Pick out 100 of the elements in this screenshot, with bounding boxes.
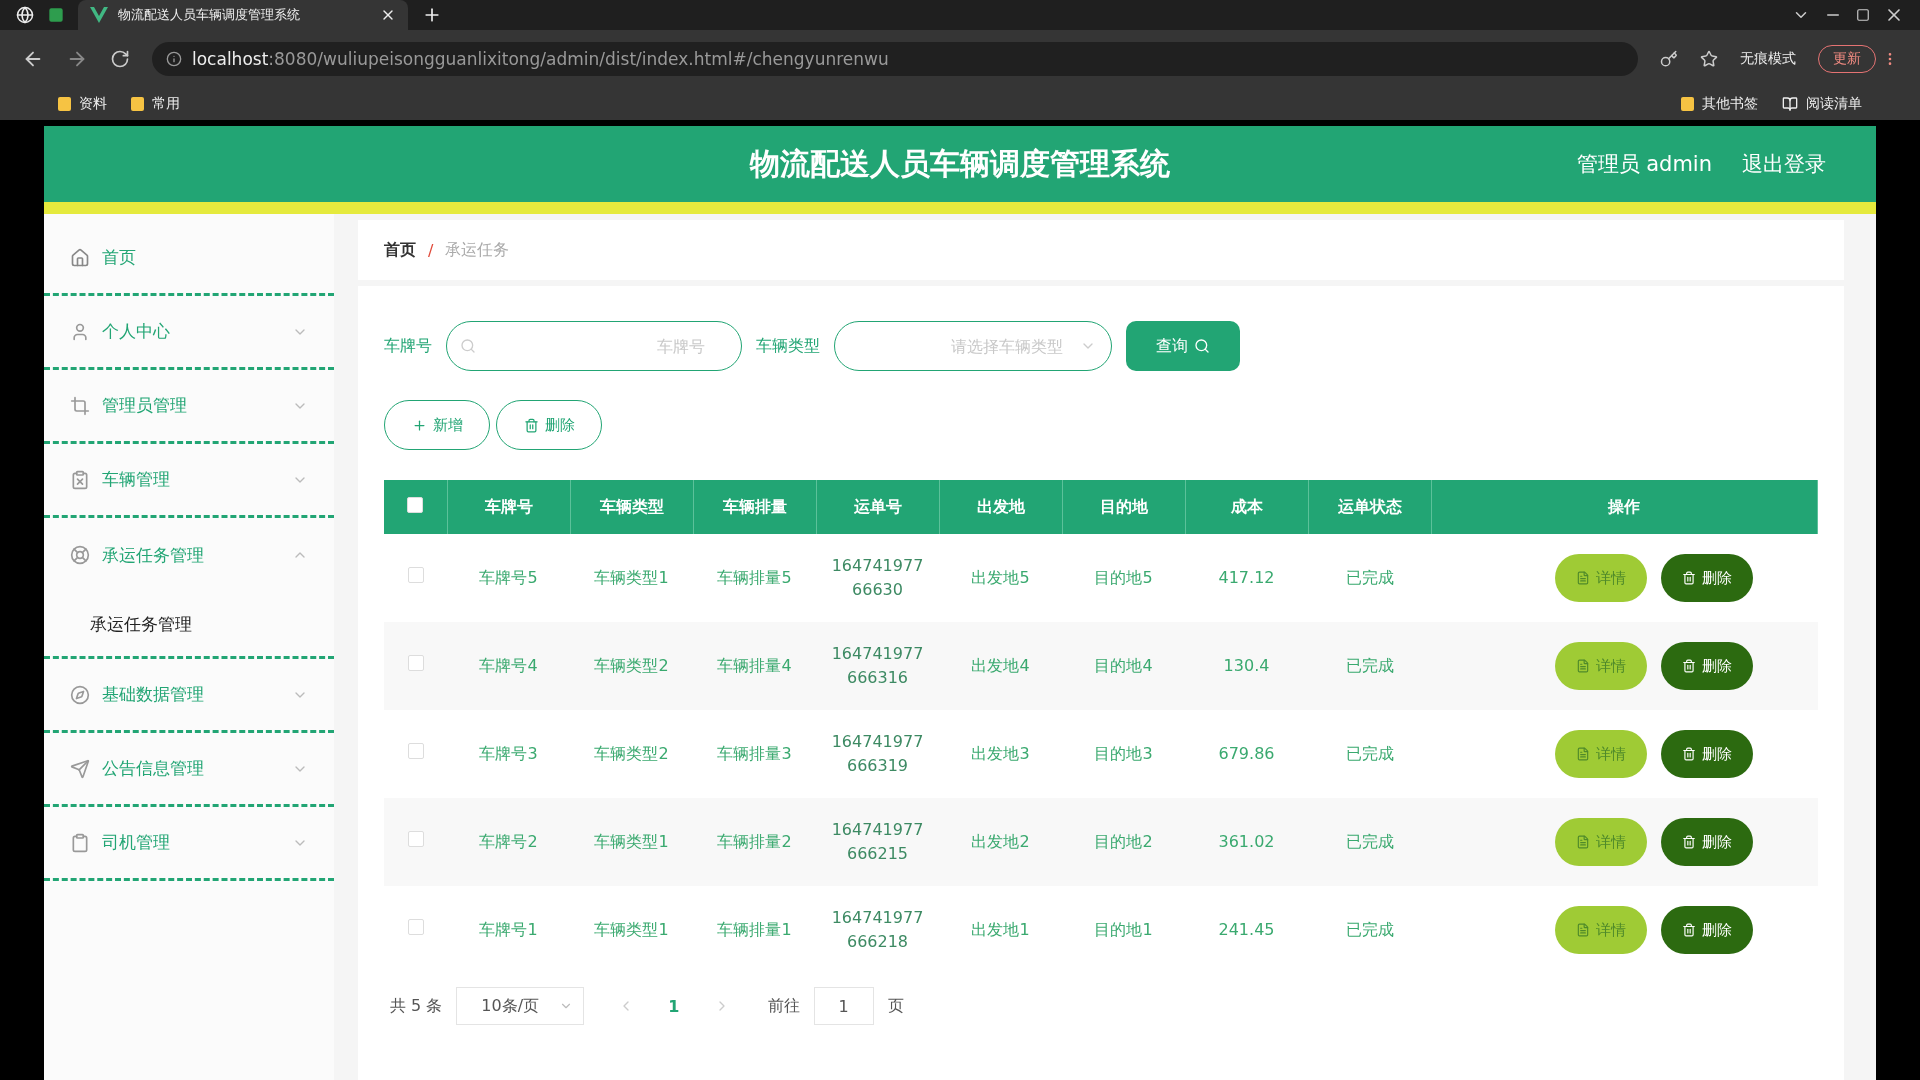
checkbox[interactable] bbox=[407, 567, 424, 583]
plus-icon bbox=[411, 417, 427, 433]
reading-list[interactable]: 阅读清单 bbox=[1806, 95, 1862, 113]
sidebar-item[interactable]: 管理员管理 bbox=[44, 370, 334, 444]
breadcrumb-link[interactable]: 首页 bbox=[384, 239, 416, 261]
paper-plane-icon bbox=[70, 758, 90, 779]
delete-button[interactable]: 删除 bbox=[1661, 906, 1754, 954]
detail-button[interactable]: 详情 bbox=[1555, 906, 1648, 954]
column-header: 出发地 bbox=[939, 480, 1062, 534]
search-button[interactable]: 查询 bbox=[1126, 321, 1240, 371]
detail-button[interactable]: 详情 bbox=[1555, 642, 1648, 690]
sidebar-item[interactable]: 承运任务管理 bbox=[44, 518, 334, 592]
table-cell-text: 车辆类型2 bbox=[594, 655, 669, 677]
table-cell-text: 164741977666218 bbox=[830, 907, 925, 953]
detail-button[interactable]: 详情 bbox=[1555, 730, 1648, 778]
table-cell-text: 已完成 bbox=[1345, 743, 1394, 765]
restore-icon[interactable] bbox=[1856, 8, 1870, 22]
table-cell-text: 241.45 bbox=[1218, 919, 1275, 941]
bookmark[interactable]: 其他书签 bbox=[1702, 95, 1758, 113]
checkbox[interactable] bbox=[407, 497, 424, 513]
column-header: 车辆类型 bbox=[570, 480, 693, 534]
sidebar-item[interactable]: 个人中心 bbox=[44, 296, 334, 370]
user-icon bbox=[70, 321, 90, 342]
clipboard-icon bbox=[70, 832, 90, 853]
v-logo-icon bbox=[90, 7, 108, 23]
globe-icon bbox=[16, 6, 34, 24]
delete-button[interactable]: 删除 bbox=[1661, 818, 1754, 866]
add-button[interactable]: 新增 bbox=[384, 400, 490, 450]
clipboard-x-icon bbox=[70, 469, 90, 490]
total-count: 共 5 条 bbox=[390, 995, 443, 1017]
page-number[interactable]: 1 bbox=[648, 996, 700, 1016]
folder-icon bbox=[1681, 97, 1694, 111]
star-icon[interactable] bbox=[1700, 50, 1718, 68]
document-icon bbox=[1576, 835, 1591, 849]
table-cell-text: 已完成 bbox=[1345, 567, 1394, 589]
column-header: 运单号 bbox=[816, 480, 939, 534]
table-cell-text: 出发地1 bbox=[971, 919, 1030, 941]
table-cell-text: 车牌号3 bbox=[479, 743, 538, 765]
table-cell-text: 车辆排量4 bbox=[717, 655, 792, 677]
breadcrumb-separator: / bbox=[428, 240, 434, 260]
url-text: localhost:8080/wuliupeisongguanlixitong/admin/dist/index.html#/chengyunrenwu bbox=[192, 49, 889, 69]
delete-button[interactable]: 删除 bbox=[1661, 554, 1754, 602]
reload-icon[interactable] bbox=[110, 49, 130, 69]
table-cell-text: 车辆类型2 bbox=[594, 743, 669, 765]
sidebar-item[interactable]: 基础数据管理 bbox=[44, 659, 334, 733]
logout-link[interactable]: 退出登录 bbox=[1742, 150, 1826, 178]
delete-button[interactable]: 删除 bbox=[496, 400, 602, 450]
sidebar-item[interactable]: 司机管理 bbox=[44, 807, 334, 881]
detail-button[interactable]: 详情 bbox=[1555, 554, 1648, 602]
checkbox[interactable] bbox=[407, 743, 424, 759]
lifebuoy-icon bbox=[70, 545, 90, 565]
delete-button[interactable]: 删除 bbox=[1661, 730, 1754, 778]
browser-tab[interactable]: 物流配送人员车辆调度管理系统 bbox=[78, 0, 408, 30]
table-cell-text: 679.86 bbox=[1218, 743, 1275, 765]
field-label: 车牌号 bbox=[384, 335, 432, 357]
trash-icon bbox=[523, 417, 539, 433]
trash-icon bbox=[1682, 747, 1697, 761]
trash-icon bbox=[1682, 923, 1697, 937]
sidebar-item[interactable]: 首页 bbox=[44, 222, 334, 296]
goto-label: 前往 bbox=[767, 995, 800, 1017]
document-icon bbox=[1576, 923, 1591, 937]
incognito-label[interactable]: 无痕模式 bbox=[1740, 50, 1796, 68]
table-cell-text: 车辆排量5 bbox=[717, 567, 792, 589]
field-label: 车辆类型 bbox=[756, 335, 820, 357]
trash-icon bbox=[1682, 659, 1697, 673]
checkbox[interactable] bbox=[407, 831, 424, 847]
column-header: 车牌号 bbox=[447, 480, 570, 534]
table-cell-text: 出发地5 bbox=[971, 567, 1030, 589]
page-input[interactable]: 1 bbox=[813, 987, 874, 1025]
info-icon bbox=[166, 51, 182, 67]
crop-icon bbox=[70, 395, 90, 416]
table-cell-text: 130.4 bbox=[1223, 655, 1270, 677]
sidebar-item[interactable]: 车辆管理 bbox=[44, 444, 334, 518]
table-cell-text: 车牌号2 bbox=[479, 831, 538, 853]
sidebar-subitem[interactable]: 承运任务管理 bbox=[44, 592, 334, 656]
page-size-select[interactable]: 10条/页 bbox=[456, 987, 585, 1025]
bookmark[interactable]: 常用 bbox=[152, 95, 180, 113]
table-cell-text: 车牌号5 bbox=[479, 567, 538, 589]
table-cell-text: 车辆排量3 bbox=[717, 743, 792, 765]
trash-icon bbox=[1682, 571, 1697, 585]
table-cell-text: 已完成 bbox=[1345, 655, 1394, 677]
detail-button[interactable]: 详情 bbox=[1555, 818, 1648, 866]
document-icon bbox=[1576, 747, 1591, 761]
column-header: 成本 bbox=[1185, 480, 1308, 534]
address-field[interactable]: localhost:8080/wuliupeisongguanlixitong/admin/dist/index.html#/chengyunrenwu bbox=[152, 42, 1638, 76]
tab-title: 物流配送人员车辆调度管理系统 bbox=[118, 6, 301, 24]
checkbox[interactable] bbox=[407, 919, 424, 935]
table-cell-text: 目的地5 bbox=[1094, 567, 1153, 589]
table-cell-text: 车辆排量2 bbox=[717, 831, 792, 853]
checkbox[interactable] bbox=[407, 655, 424, 671]
trash-icon bbox=[1682, 835, 1697, 849]
sidebar-item[interactable]: 公告信息管理 bbox=[44, 733, 334, 807]
table-cell-text: 164741977666316 bbox=[830, 643, 925, 689]
bookmark[interactable]: 资料 bbox=[79, 95, 107, 113]
key-icon[interactable] bbox=[1660, 50, 1678, 68]
table-cell-text: 16474197766630 bbox=[830, 555, 925, 601]
table-cell-text: 出发地4 bbox=[971, 655, 1030, 677]
table-cell-text: 车辆排量1 bbox=[717, 919, 792, 941]
breadcrumb-link[interactable]: 承运任务 bbox=[445, 239, 510, 261]
delete-button[interactable]: 删除 bbox=[1661, 642, 1754, 690]
